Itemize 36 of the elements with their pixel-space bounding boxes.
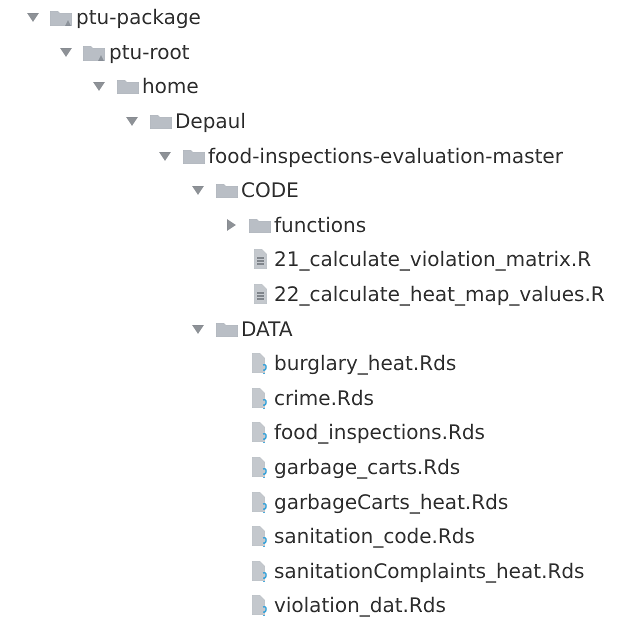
tree-item-label[interactable]: food_inspections.Rds bbox=[274, 422, 485, 442]
tree-item-label[interactable]: sanitation_code.Rds bbox=[274, 526, 475, 546]
tree-item-label[interactable]: food-inspections-evaluation-master bbox=[208, 146, 563, 166]
tree-item-label[interactable]: violation_dat.Rds bbox=[274, 595, 446, 616]
tree-item-label[interactable]: CODE bbox=[241, 180, 299, 200]
expanded-arrow-icon[interactable] bbox=[26, 10, 40, 24]
text-file-icon bbox=[252, 283, 268, 306]
folder-icon bbox=[149, 112, 173, 130]
folder-icon bbox=[116, 77, 140, 96]
tree-item-label[interactable]: DATA bbox=[241, 318, 293, 339]
tree-item-label[interactable]: garbage_carts.Rds bbox=[274, 457, 460, 478]
unknown-file-icon bbox=[250, 594, 270, 616]
unknown-file-icon bbox=[250, 386, 270, 409]
unknown-file-icon bbox=[250, 525, 270, 548]
text-file-icon bbox=[252, 248, 268, 270]
unknown-file-icon bbox=[250, 456, 270, 478]
tree-item-label[interactable]: 21_calculate_violation_matrix.R bbox=[274, 249, 592, 270]
unknown-file-icon bbox=[250, 352, 270, 374]
unknown-file-icon bbox=[250, 560, 270, 582]
unknown-file-icon bbox=[250, 490, 270, 513]
expanded-arrow-icon[interactable] bbox=[92, 79, 106, 94]
tree-item-label[interactable]: ptu-package bbox=[76, 7, 201, 28]
unknown-file-icon bbox=[250, 421, 270, 444]
tree-item-label[interactable]: ptu-root bbox=[109, 42, 190, 62]
tree-item-label[interactable]: garbageCarts_heat.Rds bbox=[274, 492, 508, 512]
tree-item-label[interactable]: crime.Rds bbox=[274, 388, 374, 408]
collapsed-arrow-icon[interactable] bbox=[224, 218, 238, 232]
tree-item-label[interactable]: sanitationComplaints_heat.Rds bbox=[274, 560, 584, 581]
expanded-arrow-icon[interactable] bbox=[125, 114, 139, 128]
folder-icon bbox=[215, 181, 239, 200]
tree-item-label[interactable]: Depaul bbox=[175, 111, 246, 132]
tree-item-label[interactable]: home bbox=[142, 76, 199, 96]
expanded-arrow-icon[interactable] bbox=[191, 183, 205, 198]
tree-item-label[interactable]: 22_calculate_heat_map_values.R bbox=[274, 284, 605, 304]
tree-item-label[interactable]: burglary_heat.Rds bbox=[274, 353, 456, 374]
tree-item-label[interactable]: functions bbox=[274, 214, 366, 235]
